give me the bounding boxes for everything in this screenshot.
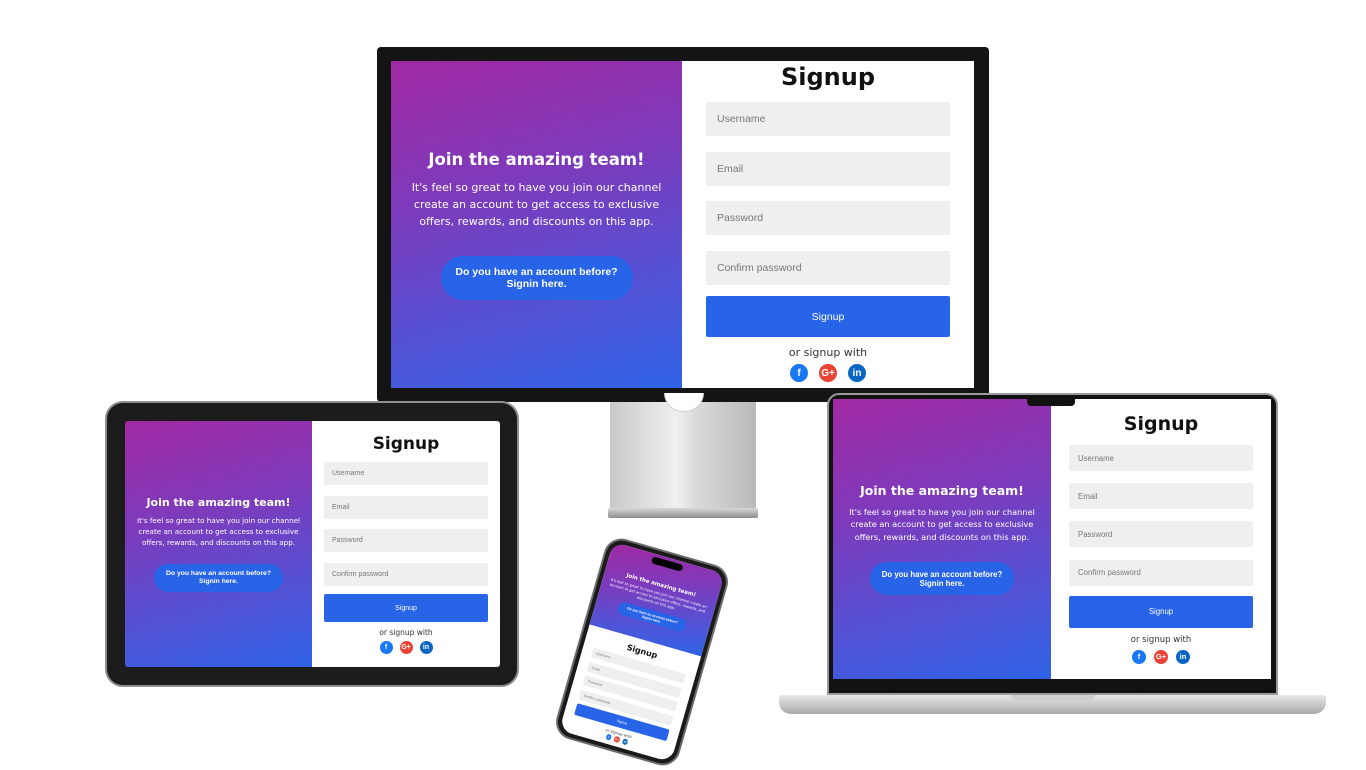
email-placeholder: Email xyxy=(591,665,601,672)
username-input[interactable]: Username xyxy=(324,462,488,485)
confirm-password-placeholder: Confirm password xyxy=(332,570,389,578)
tablet-screen: Join the amazing team! It's feel so grea… xyxy=(125,421,500,667)
signin-link-line2: Signin here. xyxy=(919,578,965,588)
linkedin-icon[interactable]: in xyxy=(419,641,433,654)
google-plus-icon[interactable]: G+ xyxy=(1154,649,1168,664)
signup-button[interactable]: Signup xyxy=(324,594,488,622)
promo-panel: Join the amazing team! It's feel so grea… xyxy=(833,399,1051,679)
username-placeholder: Username xyxy=(332,470,365,477)
email-input[interactable]: Email xyxy=(1069,483,1253,510)
email-input[interactable]: Email xyxy=(324,495,488,519)
signin-link-line1: Do you have an account before? xyxy=(455,265,618,278)
signup-button-label: Signup xyxy=(811,310,845,323)
form-title: Signup xyxy=(372,434,440,454)
signup-button-label: Signup xyxy=(1148,607,1174,617)
social-buttons: f G+ in xyxy=(379,641,433,654)
promo-text: It's feel so great to have you join our … xyxy=(136,516,301,547)
signup-button[interactable]: Signup xyxy=(706,296,950,337)
signup-button[interactable]: Signup xyxy=(1069,595,1253,628)
username-placeholder: Username xyxy=(717,113,766,125)
username-input[interactable]: Username xyxy=(706,102,950,136)
signup-button-label: Signup xyxy=(616,718,628,726)
username-placeholder: Username xyxy=(595,651,612,660)
confirm-password-placeholder: Confirm password xyxy=(1078,568,1141,578)
alt-signup-text: or signup with xyxy=(788,346,868,359)
password-input[interactable]: Password xyxy=(324,529,488,552)
facebook-icon[interactable]: f xyxy=(1132,649,1146,664)
google-plus-icon[interactable]: G+ xyxy=(819,364,837,382)
email-placeholder: Email xyxy=(332,503,350,511)
form-title: Signup xyxy=(1123,413,1199,435)
confirm-password-input[interactable]: Confirm password xyxy=(706,250,950,285)
password-placeholder: Password xyxy=(587,679,603,688)
monitor-screen: Join the amazing team! It's feel so grea… xyxy=(391,61,974,388)
signin-link-line2: Signin here. xyxy=(199,578,238,585)
email-input[interactable]: Email xyxy=(706,151,950,186)
form-title: Signup xyxy=(780,63,876,91)
signup-form: Signup Username Email Password Confirm p… xyxy=(312,421,500,667)
promo-panel: Join the amazing team! It's feel so grea… xyxy=(125,421,312,667)
promo-heading: Join the amazing team! xyxy=(860,482,1024,498)
confirm-password-input[interactable]: Confirm password xyxy=(1069,559,1253,586)
promo-panel: Join the amazing team! It's feel so grea… xyxy=(391,61,682,388)
password-input[interactable]: Password xyxy=(1069,521,1253,548)
monitor-stand-base xyxy=(608,508,758,518)
signin-link-button[interactable]: Do you have an account before? Signin her… xyxy=(440,255,633,300)
confirm-password-input[interactable]: Confirm password xyxy=(324,562,488,586)
signup-button-label: Signup xyxy=(395,604,417,612)
password-placeholder: Password xyxy=(1078,529,1113,539)
facebook-icon[interactable]: f xyxy=(379,641,393,654)
promo-text: It's feel so great to have you join our … xyxy=(411,180,662,228)
signin-link-line2: Signin here. xyxy=(506,277,567,290)
signin-link-line1: Do you have an account before? xyxy=(166,570,271,577)
signin-link-button[interactable]: Do you have an account before? Signin her… xyxy=(870,562,1014,596)
facebook-icon[interactable]: f xyxy=(790,364,808,382)
laptop-opening-notch xyxy=(1011,695,1095,701)
promo-heading: Join the amazing team! xyxy=(428,149,645,169)
alt-signup-text: or signup with xyxy=(379,628,433,637)
username-input[interactable]: Username xyxy=(1069,445,1253,471)
social-buttons: f G+ in xyxy=(790,364,866,382)
password-placeholder: Password xyxy=(717,212,764,224)
confirm-password-placeholder: Confirm password xyxy=(717,261,802,274)
linkedin-icon[interactable]: in xyxy=(1176,649,1190,664)
password-input[interactable]: Password xyxy=(706,201,950,235)
phone-screen: Join the amazing team! It's feel so grea… xyxy=(559,541,725,763)
email-placeholder: Email xyxy=(717,162,744,175)
google-plus-icon[interactable]: G+ xyxy=(399,641,413,654)
promo-text: It's feel so great to have you join our … xyxy=(849,506,1035,542)
social-buttons: f G+ in xyxy=(1132,649,1190,664)
username-placeholder: Username xyxy=(1078,453,1114,463)
confirm-password-placeholder: Confirm password xyxy=(583,693,611,705)
google-plus-icon[interactable]: G+ xyxy=(613,735,621,743)
signup-form: Signup Username Email Password Confirm p… xyxy=(1051,399,1271,679)
linkedin-icon[interactable]: in xyxy=(621,738,629,745)
linkedin-icon[interactable]: in xyxy=(848,364,866,382)
laptop-screen: Join the amazing team! It's feel so grea… xyxy=(833,399,1271,679)
monitor-stand xyxy=(610,402,756,510)
facebook-icon[interactable]: f xyxy=(605,733,613,741)
signup-form: Signup Username Email Password Confirm p… xyxy=(682,61,974,388)
laptop-notch xyxy=(1027,397,1075,406)
email-placeholder: Email xyxy=(1078,491,1098,501)
promo-heading: Join the amazing team! xyxy=(146,496,291,509)
password-placeholder: Password xyxy=(332,537,363,544)
signin-link-line1: Do you have an account before? xyxy=(881,569,1003,579)
alt-signup-text: or signup with xyxy=(1130,634,1192,645)
signin-link-button[interactable]: Do you have an account before? Signin her… xyxy=(154,564,283,592)
